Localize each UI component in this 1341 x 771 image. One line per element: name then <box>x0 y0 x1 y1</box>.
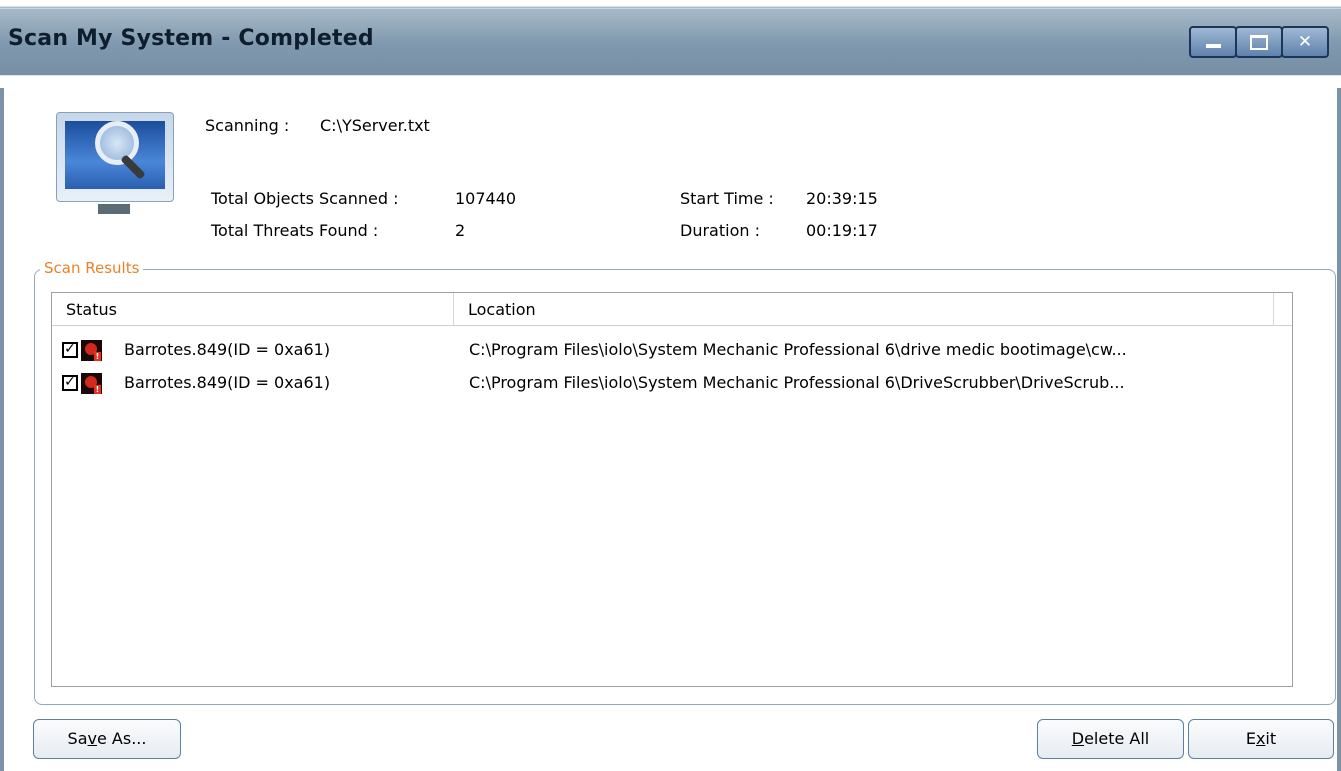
total-objects-value: 107440 <box>455 189 517 208</box>
scanning-value: C:\YServer.txt <box>320 116 430 135</box>
save-as-button[interactable]: Save As... <box>33 719 181 759</box>
save-as-label-part: Sa <box>67 729 88 748</box>
scan-results-title: Scan Results <box>40 259 144 277</box>
window-controls: ✕ <box>1189 26 1329 58</box>
table-row[interactable]: ✓ ! Barrotes.849(ID = 0xa61) C:\Program … <box>52 371 1292 397</box>
list-header: Status Location <box>52 293 1292 326</box>
maximize-icon <box>1250 34 1268 50</box>
duration-label: Duration : <box>680 221 760 240</box>
total-threats-value: 2 <box>455 221 466 240</box>
total-threats-label: Total Threats Found : <box>211 221 379 240</box>
monitor-screen <box>56 112 174 202</box>
window-title: Scan My System - Completed <box>8 26 374 51</box>
save-as-mnemonic: v <box>87 729 97 748</box>
minimize-button[interactable] <box>1189 26 1237 58</box>
threat-location: C:\Program Files\iolo\System Mechanic Pr… <box>469 340 1127 359</box>
exit-button[interactable]: Exit <box>1188 719 1334 759</box>
minimize-icon <box>1205 44 1221 48</box>
start-time-label: Start Time : <box>680 189 774 208</box>
close-button[interactable]: ✕ <box>1281 26 1329 58</box>
threat-location: C:\Program Files\iolo\System Mechanic Pr… <box>469 373 1125 392</box>
monitor-stand <box>98 204 130 214</box>
threat-icon: ! <box>81 373 102 394</box>
exit-mnemonic: x <box>1255 729 1266 748</box>
maximize-button[interactable] <box>1235 26 1283 58</box>
total-objects-label: Total Objects Scanned : <box>211 189 399 208</box>
column-header-status[interactable]: Status <box>52 293 454 325</box>
exit-label-part: E <box>1245 729 1256 748</box>
duration-value: 00:19:17 <box>806 221 878 240</box>
scanning-label: Scanning : <box>205 116 290 135</box>
delete-all-mnemonic: D <box>1071 729 1085 748</box>
column-header-location[interactable]: Location <box>454 293 1274 325</box>
row-checkbox[interactable]: ✓ <box>62 375 78 391</box>
table-row[interactable]: ✓ ! Barrotes.849(ID = 0xa61) C:\Program … <box>52 338 1292 364</box>
row-checkbox[interactable]: ✓ <box>62 342 78 358</box>
threat-name: Barrotes.849(ID = 0xa61) <box>124 373 331 392</box>
scan-results-list[interactable]: Status Location ✓ ! Barrotes.849(ID = 0x… <box>51 292 1293 687</box>
magnifier-lens-icon <box>95 121 139 165</box>
scan-monitor-icon <box>56 112 176 222</box>
close-icon: ✕ <box>1297 32 1313 52</box>
exit-label-part: it <box>1265 729 1277 748</box>
delete-all-label-part: elete All <box>1084 729 1150 748</box>
title-bar[interactable]: Scan My System - Completed ✕ <box>0 0 1341 88</box>
save-as-label-part: e As... <box>96 729 147 748</box>
delete-all-button[interactable]: Delete All <box>1037 719 1184 759</box>
start-time-value: 20:39:15 <box>806 189 878 208</box>
threat-icon: ! <box>81 340 102 361</box>
threat-name: Barrotes.849(ID = 0xa61) <box>124 340 331 359</box>
